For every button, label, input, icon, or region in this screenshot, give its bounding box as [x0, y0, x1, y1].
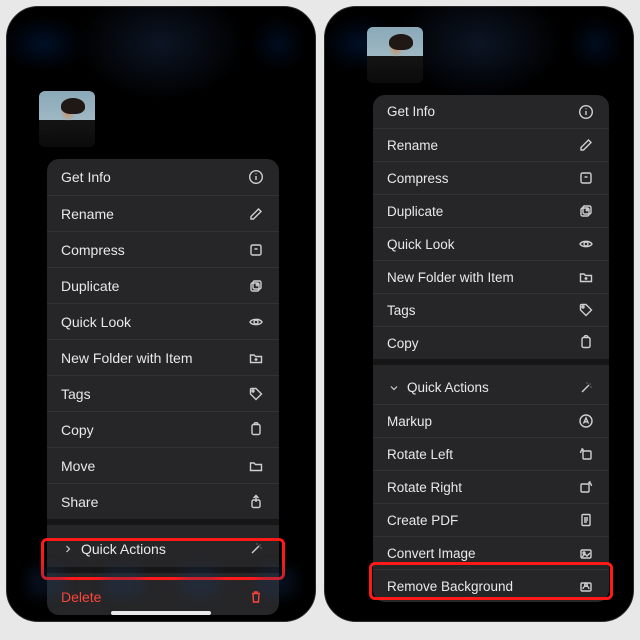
- menu-get-info[interactable]: Get Info: [47, 159, 279, 195]
- menu-label: Quick Actions: [407, 380, 577, 395]
- menu-label: Duplicate: [387, 204, 577, 219]
- tag-icon: [577, 301, 595, 319]
- menu-share[interactable]: Share: [47, 483, 279, 519]
- folder-icon: [247, 457, 265, 475]
- menu-label: Quick Look: [387, 237, 577, 252]
- pdf-icon: [577, 511, 595, 529]
- eye-icon: [577, 235, 595, 253]
- menu-label: Tags: [61, 386, 247, 402]
- pencil-icon: [577, 136, 595, 154]
- archive-icon: [577, 169, 595, 187]
- markup-icon: [577, 412, 595, 430]
- menu-compress[interactable]: Compress: [373, 161, 609, 194]
- menu-label: Quick Actions: [81, 541, 247, 557]
- menu-quick-look[interactable]: Quick Look: [47, 303, 279, 339]
- menu-copy[interactable]: Copy: [373, 326, 609, 359]
- tag-icon: [247, 385, 265, 403]
- menu-label: Markup: [387, 414, 577, 429]
- context-menu-expanded: Get Info Rename Compress Duplicate Quick…: [373, 95, 609, 602]
- menu-label: Convert Image: [387, 546, 577, 561]
- phone-left: Get Info Rename Compress Duplicate Quick…: [6, 6, 316, 622]
- menu-new-folder-with-item[interactable]: New Folder with Item: [373, 260, 609, 293]
- menu-label: Rotate Left: [387, 447, 577, 462]
- home-indicator[interactable]: [111, 611, 211, 615]
- menu-label: Create PDF: [387, 513, 577, 528]
- menu-new-folder-with-item[interactable]: New Folder with Item: [47, 339, 279, 375]
- menu-label: Compress: [387, 171, 577, 186]
- info-icon: [577, 103, 595, 121]
- menu-label: New Folder with Item: [61, 350, 247, 366]
- remove-bg-icon: [577, 577, 595, 595]
- menu-tags[interactable]: Tags: [373, 293, 609, 326]
- menu-compress[interactable]: Compress: [47, 231, 279, 267]
- pencil-icon: [247, 205, 265, 223]
- phone-right: Get Info Rename Compress Duplicate Quick…: [324, 6, 634, 622]
- archive-icon: [247, 241, 265, 259]
- menu-copy[interactable]: Copy: [47, 411, 279, 447]
- menu-quick-actions[interactable]: Quick Actions: [47, 531, 279, 567]
- menu-label: Get Info: [61, 169, 247, 185]
- wand-icon: [247, 540, 265, 558]
- wand-icon: [577, 379, 595, 397]
- menu-tags[interactable]: Tags: [47, 375, 279, 411]
- menu-quick-look[interactable]: Quick Look: [373, 227, 609, 260]
- share-icon: [247, 493, 265, 511]
- menu-rotate-right[interactable]: Rotate Right: [373, 470, 609, 503]
- menu-duplicate[interactable]: Duplicate: [373, 194, 609, 227]
- menu-markup[interactable]: Markup: [373, 404, 609, 437]
- duplicate-icon: [577, 202, 595, 220]
- file-thumbnail[interactable]: [39, 91, 95, 147]
- copy-icon: [577, 334, 595, 352]
- menu-label: Remove Background: [387, 579, 577, 594]
- file-thumbnail[interactable]: [367, 27, 423, 83]
- menu-label: Copy: [61, 422, 247, 438]
- menu-label: Duplicate: [61, 278, 247, 294]
- menu-get-info[interactable]: Get Info: [373, 95, 609, 128]
- convert-image-icon: [577, 544, 595, 562]
- rotate-left-icon: [577, 445, 595, 463]
- copy-icon: [247, 421, 265, 439]
- menu-label: Tags: [387, 303, 577, 318]
- menu-label: Quick Look: [61, 314, 247, 330]
- menu-convert-image[interactable]: Convert Image: [373, 536, 609, 569]
- menu-remove-background[interactable]: Remove Background: [373, 569, 609, 602]
- menu-rename[interactable]: Rename: [373, 128, 609, 161]
- menu-label: Rename: [61, 206, 247, 222]
- duplicate-icon: [247, 277, 265, 295]
- menu-create-pdf[interactable]: Create PDF: [373, 503, 609, 536]
- rotate-right-icon: [577, 478, 595, 496]
- eye-icon: [247, 313, 265, 331]
- menu-rotate-left[interactable]: Rotate Left: [373, 437, 609, 470]
- menu-rename[interactable]: Rename: [47, 195, 279, 231]
- chevron-down-icon: [387, 381, 401, 395]
- menu-duplicate[interactable]: Duplicate: [47, 267, 279, 303]
- menu-label: Share: [61, 494, 247, 510]
- info-icon: [247, 168, 265, 186]
- context-menu: Get Info Rename Compress Duplicate Quick…: [47, 159, 279, 615]
- menu-label: Compress: [61, 242, 247, 258]
- menu-label: Get Info: [387, 104, 577, 119]
- menu-label: Rotate Right: [387, 480, 577, 495]
- menu-label: Rename: [387, 138, 577, 153]
- menu-move[interactable]: Move: [47, 447, 279, 483]
- chevron-right-icon: [61, 542, 75, 556]
- folder-plus-icon: [247, 349, 265, 367]
- folder-plus-icon: [577, 268, 595, 286]
- menu-quick-actions-header[interactable]: Quick Actions: [373, 371, 609, 404]
- menu-label: Copy: [387, 336, 577, 351]
- menu-label: New Folder with Item: [387, 270, 577, 285]
- menu-label: Move: [61, 458, 247, 474]
